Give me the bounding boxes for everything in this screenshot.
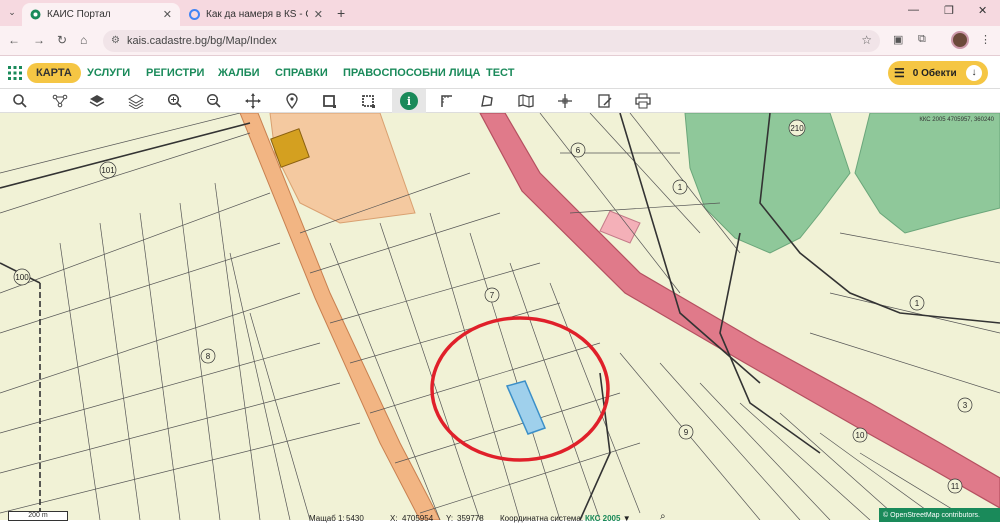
address-bar[interactable]: ⚙ kais.cadastre.bg/bg/Map/Index ☆	[103, 30, 880, 52]
objects-button[interactable]: ☰ 0 Обекти ↓	[888, 61, 988, 85]
cadastral-map[interactable]: 210 6 1 101 100 7 8 9 10 1 3 11 ККС 2005…	[0, 113, 1000, 520]
site-info-icon[interactable]: ⚙	[111, 35, 120, 46]
svg-text:10: 10	[856, 431, 865, 440]
tab-title: Как да намеря в КS - Google	[206, 9, 308, 20]
nav-item-test[interactable]: ТЕСТ	[486, 67, 514, 79]
home-icon[interactable]: ⌂	[80, 33, 87, 47]
location-pin-icon[interactable]	[282, 91, 302, 111]
apps-grid-icon[interactable]	[8, 66, 22, 80]
zoom-in-icon[interactable]	[165, 91, 185, 111]
cast-icon[interactable]: ▣	[893, 33, 903, 46]
tab-search-icon[interactable]: ⌄	[5, 5, 19, 19]
nav-item-references[interactable]: СПРАВКИ	[275, 67, 328, 79]
minimize-icon[interactable]: —	[908, 4, 919, 16]
profile-avatar[interactable]	[951, 31, 969, 49]
svg-text:101: 101	[101, 166, 115, 175]
forest-area	[854, 113, 1000, 234]
select-rect-icon[interactable]	[320, 91, 340, 111]
map-crs-coordinates: ККС 2005 4705957, 360240	[919, 117, 994, 123]
browser-toolbar: ← → ↻ ⌂ ⚙ kais.cadastre.bg/bg/Map/Index …	[0, 26, 1000, 56]
search-icon[interactable]	[10, 91, 30, 111]
info-tool-container[interactable]: i	[392, 89, 426, 113]
zoom-out-icon[interactable]	[204, 91, 224, 111]
svg-text:8: 8	[206, 352, 211, 361]
crs-label: Координатна система:	[500, 514, 584, 523]
pan-icon[interactable]	[243, 91, 263, 111]
tab-title: КАИС Портал	[47, 9, 111, 20]
svg-text:1: 1	[915, 299, 920, 308]
extensions-icon[interactable]: ⧉	[918, 33, 926, 46]
scale-value: 5430	[346, 514, 364, 523]
svg-text:210: 210	[790, 124, 804, 133]
svg-text:100: 100	[15, 273, 29, 282]
menu-icon: ☰	[894, 66, 905, 80]
y-coordinate: 359778	[457, 514, 484, 523]
download-arrow-icon: ↓	[966, 65, 982, 81]
url-text: kais.cadastre.bg/bg/Map/Index	[127, 35, 277, 47]
nav-item-registers[interactable]: РЕГИСТРИ	[146, 67, 204, 79]
layers-icon[interactable]	[87, 91, 107, 111]
search-icon[interactable]: ⌕	[660, 511, 666, 522]
kais-favicon-icon	[30, 9, 41, 20]
tab-close-icon[interactable]: ✕	[314, 8, 323, 21]
back-icon[interactable]: ←	[8, 33, 20, 47]
browser-menu-icon[interactable]: ⋮	[980, 33, 991, 46]
dropdown-arrow-icon: ▼	[622, 514, 631, 523]
app-nav: КАРТА УСЛУГИ РЕГИСТРИ ЖАЛБИ СПРАВКИ ПРАВ…	[0, 57, 1000, 89]
select-rect-dashed-icon[interactable]	[359, 91, 379, 111]
restore-icon[interactable]: ❐	[944, 4, 954, 17]
tab-kais-portal[interactable]: КАИС Портал ✕	[22, 3, 180, 26]
info-icon: i	[400, 92, 418, 110]
layers-outline-icon[interactable]	[126, 91, 146, 111]
nav-item-services[interactable]: УСЛУГИ	[87, 67, 130, 79]
osm-attribution[interactable]: © OpenStreetMap contributors.	[879, 508, 1000, 522]
google-favicon-icon	[189, 9, 200, 20]
tab-close-icon[interactable]: ✕	[163, 8, 172, 21]
y-label: Y:	[446, 514, 454, 523]
nav-item-complaints[interactable]: ЖАЛБИ	[218, 67, 260, 79]
reload-icon[interactable]: ↻	[57, 33, 67, 47]
objects-count: 0 Обекти	[912, 67, 957, 79]
map-toolbar: i	[0, 89, 1000, 113]
edit-doc-icon[interactable]	[595, 91, 615, 111]
layers-tree-icon[interactable]	[50, 91, 70, 111]
svg-text:9: 9	[684, 428, 689, 437]
x-coordinate: 4705954	[402, 514, 434, 523]
x-label: X:	[390, 514, 398, 523]
svg-text:3: 3	[963, 401, 968, 410]
measure-area-icon[interactable]	[477, 91, 497, 111]
crs-select[interactable]: ККС 2005 ▼	[585, 514, 631, 523]
coordinates-icon[interactable]	[555, 91, 575, 111]
map-book-icon[interactable]	[516, 91, 536, 111]
new-tab-icon[interactable]: +	[337, 5, 345, 21]
bookmark-star-icon[interactable]: ☆	[861, 33, 872, 47]
browser-tab-bar: ⌄ КАИС Портал ✕ Как да намеря в КS - Goo…	[0, 0, 1000, 26]
map-canvas[interactable]: 210 6 1 101 100 7 8 9 10 1 3 11	[0, 113, 1000, 520]
nav-item-map[interactable]: КАРТА	[27, 63, 81, 83]
scale-label: Мащаб 1:	[309, 514, 345, 523]
tab-google-search[interactable]: Как да намеря в КS - Google ✕	[181, 3, 331, 26]
crs-value: ККС 2005	[585, 514, 621, 523]
print-icon[interactable]	[633, 91, 653, 111]
svg-text:11: 11	[951, 482, 960, 491]
svg-text:6: 6	[576, 146, 581, 155]
svg-text:1: 1	[678, 183, 683, 192]
nav-item-licensed-persons[interactable]: ПРАВОСПОСОБНИ ЛИЦА	[343, 67, 481, 79]
svg-text:7: 7	[490, 291, 495, 300]
forward-icon[interactable]: →	[33, 33, 45, 47]
scale-bar: 200 m	[8, 511, 68, 521]
measure-icon[interactable]	[437, 91, 457, 111]
close-window-icon[interactable]: ✕	[978, 4, 987, 17]
